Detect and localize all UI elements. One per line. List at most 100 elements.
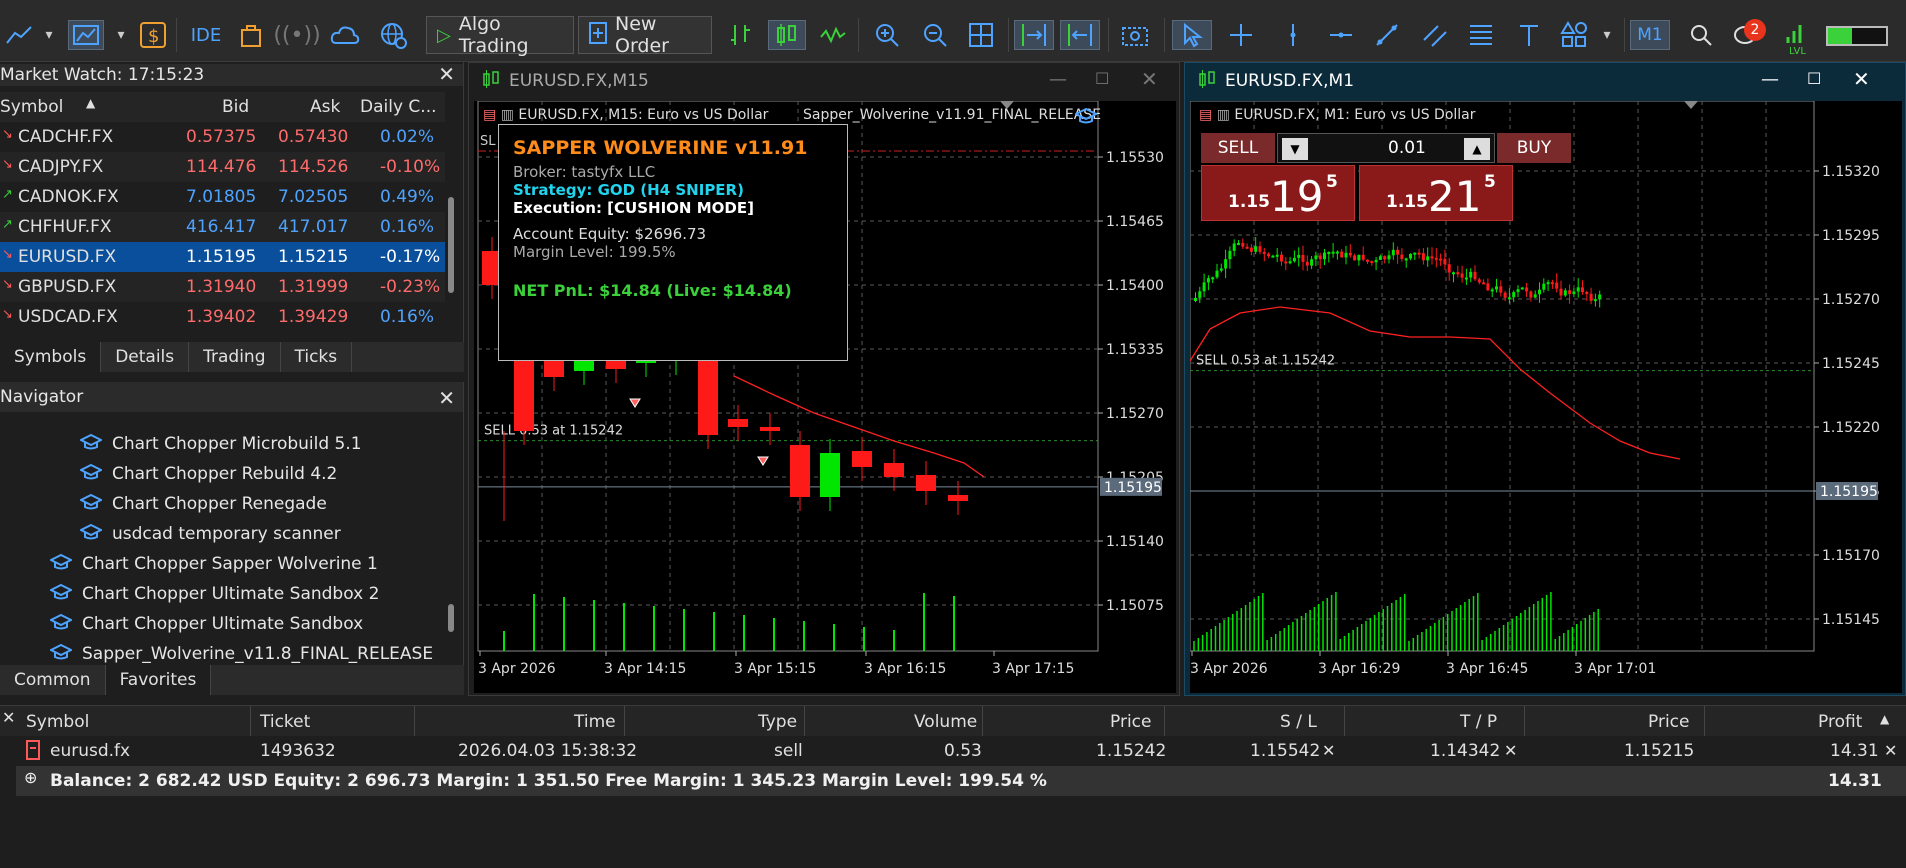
tab-trading[interactable]: Trading — [189, 342, 281, 372]
list-item[interactable]: ↘ CADCHF.FX 0.57375 0.57430 0.02% — [0, 122, 445, 152]
list-item-partial[interactable] — [0, 332, 445, 342]
column-header[interactable]: Ticket — [260, 712, 310, 732]
ide-button[interactable]: IDE — [186, 20, 226, 50]
column-header[interactable]: Volume — [914, 712, 977, 732]
navigator-item[interactable]: Chart Chopper Renegade — [78, 489, 327, 519]
minimize-icon[interactable]: — — [1761, 69, 1779, 90]
remove-tp-icon[interactable]: ✕ — [1504, 741, 1517, 760]
column-header[interactable]: S / L — [1280, 712, 1317, 732]
chart-window-titlebar[interactable]: EURUSD.FX,M15 — [469, 63, 1179, 99]
cloud-icon[interactable] — [330, 20, 360, 50]
list-item[interactable]: ↗ CHFHUF.FX 416.417 417.017 0.16% — [0, 212, 445, 242]
table-row[interactable]: eurusd.fx 1493632 2026.04.03 15:38:32 se… — [0, 736, 1906, 766]
column-header[interactable]: Price — [1648, 712, 1689, 732]
autoscroll-icon[interactable] — [1014, 20, 1054, 50]
bar-chart-icon[interactable] — [726, 20, 756, 50]
vertical-line-icon[interactable] — [1278, 20, 1308, 50]
candlestick-icon[interactable] — [768, 20, 806, 50]
column-header[interactable]: Profit — [1818, 712, 1862, 732]
cursor-icon[interactable] — [1172, 20, 1212, 50]
buy-price-button[interactable]: 1.15 21 5 — [1359, 165, 1513, 221]
volume-stepper[interactable]: ▼ 0.01 ▲ — [1277, 133, 1495, 163]
column-header[interactable]: Type — [758, 712, 797, 732]
timeframe-button[interactable]: M1 — [1630, 20, 1670, 50]
trendline-icon[interactable] — [1372, 20, 1402, 50]
remove-sl-icon[interactable]: ✕ — [1322, 741, 1335, 760]
chart-window-titlebar[interactable]: EURUSD.FX,M1 — [1185, 63, 1905, 99]
column-header[interactable]: Daily C... — [360, 97, 437, 117]
list-item[interactable]: ↘ USDCAD.FX 1.39402 1.39429 0.16% — [0, 302, 445, 332]
line-chart-icon[interactable] — [4, 20, 34, 50]
fibonacci-icon[interactable] — [1466, 20, 1496, 50]
column-header[interactable]: T / P — [1460, 712, 1497, 732]
chevron-down-icon[interactable]: ▾ — [1592, 20, 1622, 50]
shapes-icon[interactable] — [1560, 20, 1590, 50]
chevron-down-icon[interactable]: ▾ — [106, 20, 136, 50]
list-item[interactable]: ↗ CADNOK.FX 7.01805 7.02505 0.49% — [0, 182, 445, 212]
horizontal-line-icon[interactable] — [1326, 20, 1356, 50]
zoom-out-icon[interactable] — [920, 20, 950, 50]
tab-ticks[interactable]: Ticks — [281, 342, 353, 372]
column-header[interactable]: Symbol — [0, 97, 63, 117]
tab-details[interactable]: Details — [101, 342, 190, 372]
list-item[interactable]: ↘ CADJPY.FX 114.476 114.526 -0.10% — [0, 152, 445, 182]
chart-shift-icon[interactable] — [1060, 20, 1100, 50]
chart-window-m1: EURUSD.FX,M1 — ☐ ✕ 1.15320 1.15295 1.15270… — [1184, 62, 1906, 696]
charts-icon[interactable] — [68, 20, 104, 50]
volume-decrease-button[interactable]: ▼ — [1282, 138, 1308, 160]
search-icon[interactable] — [1686, 20, 1716, 50]
close-icon[interactable]: ✕ — [438, 386, 455, 410]
graduation-cap-icon — [1073, 107, 1099, 129]
navigator-item[interactable]: Chart Chopper Ultimate Sandbox 2 — [48, 579, 379, 609]
add-icon[interactable]: ⊕ — [24, 768, 37, 787]
sell-price-button[interactable]: 1.15 19 5 — [1201, 165, 1355, 221]
sell-button[interactable]: SELL — [1201, 133, 1275, 163]
scrollbar-thumb[interactable] — [448, 604, 454, 632]
minimize-icon[interactable]: — — [1049, 69, 1067, 90]
column-header[interactable]: Time — [574, 712, 616, 732]
shopping-bag-icon[interactable] — [236, 20, 266, 50]
column-header[interactable]: Ask — [310, 97, 340, 117]
candle — [1241, 242, 1245, 247]
scrollbar-thumb[interactable] — [448, 197, 454, 293]
column-header[interactable]: Bid — [222, 97, 249, 117]
list-item[interactable]: ↘ GBPUSD.FX 1.31940 1.31999 -0.23% — [0, 272, 445, 302]
list-item[interactable]: ↘ EURUSD.FX 1.15195 1.15215 -0.17% — [0, 242, 445, 272]
trend-arrow-icon: ↘ — [2, 277, 13, 292]
tile-windows-icon[interactable] — [966, 20, 996, 50]
new-order-button[interactable]: New Order — [578, 13, 712, 57]
column-header[interactable]: Price — [1110, 712, 1151, 732]
tab-favorites[interactable]: Favorites — [105, 665, 212, 695]
tab-symbols[interactable]: Symbols — [0, 342, 102, 372]
column-header[interactable]: Symbol — [26, 712, 89, 732]
line-chart-type-icon[interactable] — [818, 20, 848, 50]
volume-input[interactable]: 0.01 — [1388, 138, 1426, 158]
close-position-icon[interactable]: ✕ — [1884, 741, 1897, 760]
channel-icon[interactable] — [1420, 20, 1450, 50]
navigator-item[interactable]: Chart Chopper Rebuild 4.2 — [78, 459, 337, 489]
screenshot-icon[interactable] — [1120, 20, 1150, 50]
text-tool-icon[interactable] — [1514, 20, 1544, 50]
chevron-down-icon[interactable]: ▾ — [34, 20, 64, 50]
navigator-item[interactable]: Chart Chopper Sapper Wolverine 1 — [48, 549, 378, 579]
maximize-icon[interactable]: ☐ — [1807, 69, 1821, 88]
chart-menu-icon[interactable]: ▤ — [483, 107, 496, 123]
close-icon[interactable]: ✕ — [1141, 67, 1158, 91]
maximize-icon[interactable]: ☐ — [1095, 69, 1109, 88]
chart-menu-icon[interactable]: ▤ — [1199, 107, 1212, 123]
dollar-icon[interactable]: $ — [138, 20, 168, 50]
vps-globe-icon[interactable] — [378, 20, 408, 50]
crosshair-icon[interactable] — [1226, 20, 1256, 50]
navigator-item[interactable]: Chart Chopper Microbuild 5.1 — [78, 429, 362, 459]
signal-icon[interactable]: ((•)) — [273, 20, 320, 50]
navigator-item[interactable]: Chart Chopper Ultimate Sandbox — [48, 609, 363, 639]
volume-increase-button[interactable]: ▲ — [1464, 138, 1490, 160]
close-icon[interactable]: ✕ — [438, 62, 455, 86]
zoom-in-icon[interactable] — [872, 20, 902, 50]
navigator-item[interactable]: usdcad temporary scanner — [78, 519, 341, 549]
close-icon[interactable]: ✕ — [2, 708, 15, 727]
tab-common[interactable]: Common — [0, 665, 106, 695]
close-icon[interactable]: ✕ — [1853, 67, 1870, 91]
algo-trading-button[interactable]: ▷ Algo Trading — [426, 13, 574, 57]
buy-button[interactable]: BUY — [1497, 133, 1571, 163]
